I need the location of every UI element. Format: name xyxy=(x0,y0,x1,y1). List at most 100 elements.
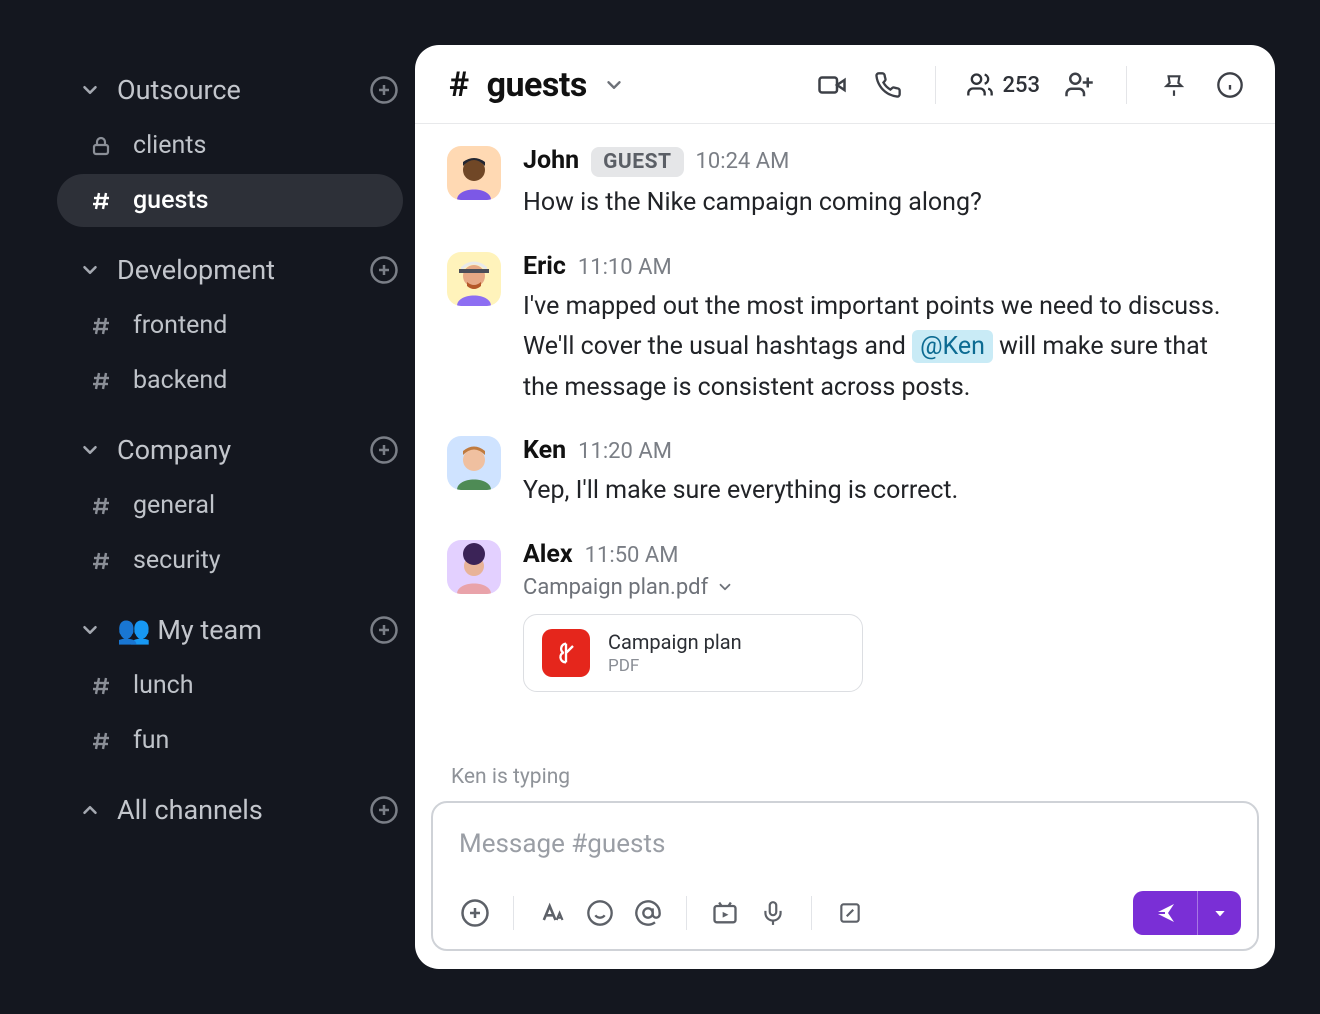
separator xyxy=(935,66,936,104)
attachment-label-dropdown[interactable]: Campaign plan.pdf xyxy=(523,575,1243,600)
channel-panel: # guests 253 xyxy=(415,45,1275,969)
message-time: 10:24 AM xyxy=(696,149,790,174)
emoji-button[interactable] xyxy=(580,893,620,933)
channel-item-backend[interactable]: backend xyxy=(57,354,403,407)
send-icon xyxy=(1133,891,1197,935)
separator xyxy=(1126,66,1127,104)
chevron-down-icon xyxy=(603,65,625,105)
chevron-down-icon xyxy=(77,259,103,281)
avatar[interactable] xyxy=(447,252,501,306)
message-time: 11:20 AM xyxy=(578,439,672,464)
message-text: How is the Nike campaign coming along? xyxy=(523,183,1243,224)
message-row: Ken 11:20 AM Yep, I'll make sure everyth… xyxy=(447,436,1243,512)
channel-header: # guests 253 xyxy=(415,45,1275,124)
separator xyxy=(513,896,514,930)
attach-button[interactable] xyxy=(455,893,495,933)
hash-icon xyxy=(87,369,115,393)
channel-title-dropdown[interactable]: # guests xyxy=(449,65,625,105)
hash-icon xyxy=(87,729,115,753)
channel-item-guests[interactable]: guests xyxy=(57,174,403,227)
avatar[interactable] xyxy=(447,146,501,200)
sidebar-group-label: Company xyxy=(117,434,353,466)
separator xyxy=(811,896,812,930)
message-author[interactable]: John xyxy=(523,146,579,175)
channel-item-general[interactable]: general xyxy=(57,479,403,532)
send-options-button[interactable] xyxy=(1197,891,1241,935)
hash-icon xyxy=(87,549,115,573)
add-member-button[interactable] xyxy=(1062,68,1096,102)
formatting-button[interactable] xyxy=(532,893,572,933)
attachment-card[interactable]: Campaign plan PDF xyxy=(523,614,863,692)
channel-label: clients xyxy=(133,131,206,160)
message-text: Yep, I'll make sure everything is correc… xyxy=(523,471,1243,512)
sidebar-group-label: All channels xyxy=(117,794,353,826)
mention-button[interactable] xyxy=(628,893,668,933)
message-author[interactable]: Eric xyxy=(523,252,566,281)
typing-indicator: Ken is typing xyxy=(415,759,1275,801)
video-call-button[interactable] xyxy=(815,68,849,102)
separator xyxy=(686,896,687,930)
sidebar-group-development[interactable]: Development xyxy=(45,243,415,297)
add-channel-button[interactable] xyxy=(367,73,401,107)
attachment-type: PDF xyxy=(608,656,742,676)
channel-label: fun xyxy=(133,726,169,755)
lock-icon xyxy=(87,134,115,158)
add-channel-button[interactable] xyxy=(367,793,401,827)
channel-label: security xyxy=(133,546,221,575)
channel-label: backend xyxy=(133,366,227,395)
add-channel-button[interactable] xyxy=(367,613,401,647)
info-button[interactable] xyxy=(1213,68,1247,102)
message-row: John GUEST 10:24 AM How is the Nike camp… xyxy=(447,146,1243,224)
message-row: Alex 11:50 AM Campaign plan.pdf Campaign… xyxy=(447,540,1243,692)
chevron-down-icon xyxy=(77,619,103,641)
member-count-value: 253 xyxy=(1002,73,1040,98)
message-author[interactable]: Ken xyxy=(523,436,566,465)
send-button[interactable] xyxy=(1133,891,1241,935)
member-count[interactable]: 253 xyxy=(966,71,1040,99)
sidebar-group-label: Development xyxy=(117,254,353,286)
guest-badge: GUEST xyxy=(591,147,683,177)
message-list: John GUEST 10:24 AM How is the Nike camp… xyxy=(415,124,1275,759)
channel-item-fun[interactable]: fun xyxy=(57,714,403,767)
channel-label: frontend xyxy=(133,311,227,340)
sidebar-group-label: 👥 My team xyxy=(117,614,353,646)
message-time: 11:10 AM xyxy=(578,255,672,280)
shortcut-button[interactable] xyxy=(830,893,870,933)
channel-item-frontend[interactable]: frontend xyxy=(57,299,403,352)
message-row: Eric 11:10 AM I've mapped out the most i… xyxy=(447,252,1243,409)
video-record-button[interactable] xyxy=(705,893,745,933)
sidebar-all-channels[interactable]: All channels xyxy=(45,783,415,837)
hash-icon xyxy=(87,189,115,213)
hash-icon xyxy=(87,494,115,518)
sidebar-group-outsource[interactable]: Outsource xyxy=(45,63,415,117)
add-channel-button[interactable] xyxy=(367,433,401,467)
channel-item-clients[interactable]: clients xyxy=(57,119,403,172)
sidebar-group-company[interactable]: Company xyxy=(45,423,415,477)
channel-name: guests xyxy=(487,65,587,105)
user-mention[interactable]: @Ken xyxy=(912,330,993,363)
channel-item-lunch[interactable]: lunch xyxy=(57,659,403,712)
add-channel-button[interactable] xyxy=(367,253,401,287)
message-author[interactable]: Alex xyxy=(523,540,573,569)
hash-icon xyxy=(87,674,115,698)
avatar[interactable] xyxy=(447,540,501,594)
attachment-name: Campaign plan xyxy=(608,630,742,654)
sidebar-group-label: Outsource xyxy=(117,74,353,106)
channel-sidebar: Outsource clients guests xyxy=(45,45,415,969)
hash-icon xyxy=(87,314,115,338)
message-time: 11:50 AM xyxy=(585,543,679,568)
audio-call-button[interactable] xyxy=(871,68,905,102)
message-input[interactable]: Message #guests xyxy=(433,803,1257,881)
pin-button[interactable] xyxy=(1157,68,1191,102)
channel-label: general xyxy=(133,491,215,520)
channel-label: lunch xyxy=(133,671,194,700)
channel-label: guests xyxy=(133,186,209,215)
message-text: I've mapped out the most important point… xyxy=(523,287,1243,409)
message-composer: Message #guests xyxy=(431,801,1259,951)
channel-item-security[interactable]: security xyxy=(57,534,403,587)
avatar[interactable] xyxy=(447,436,501,490)
pdf-file-icon xyxy=(542,629,590,677)
sidebar-group-myteam[interactable]: 👥 My team xyxy=(45,603,415,657)
chevron-up-icon xyxy=(77,799,103,821)
microphone-button[interactable] xyxy=(753,893,793,933)
